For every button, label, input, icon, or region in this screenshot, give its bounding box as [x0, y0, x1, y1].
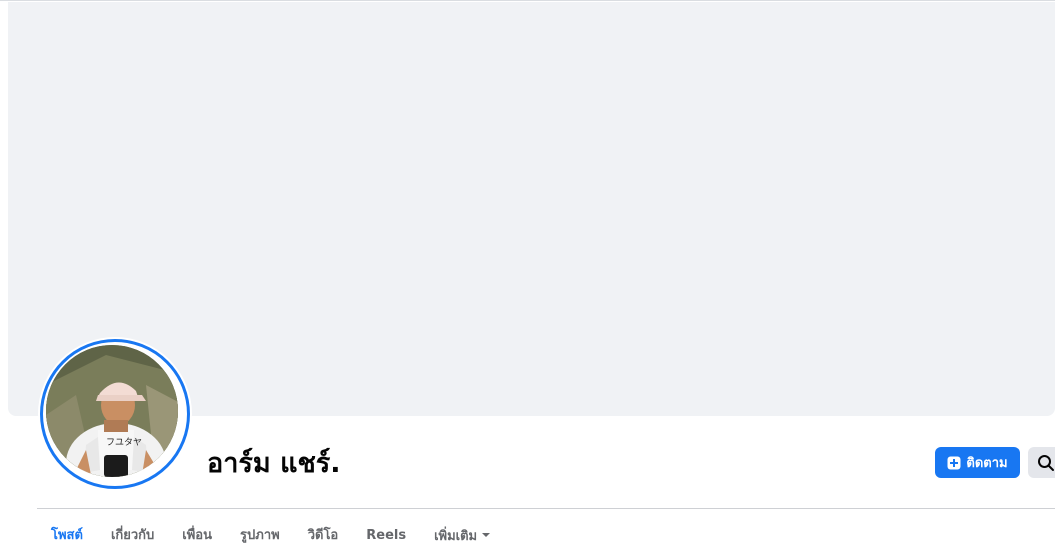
tab-posts[interactable]: โพสต์ — [37, 522, 97, 552]
profile-picture[interactable]: フユタヤ — [38, 337, 192, 491]
search-button[interactable] — [1028, 447, 1055, 478]
follow-label: ติดตาม — [966, 456, 1008, 471]
profile-name: อาร์ม แชร์. — [207, 448, 341, 479]
tab-about[interactable]: เกี่ยวกับ — [97, 522, 168, 552]
plus-square-icon — [947, 456, 961, 470]
avatar: フユタヤ — [46, 345, 178, 477]
cover-photo[interactable] — [8, 2, 1055, 416]
tab-videos[interactable]: วิดีโอ — [294, 522, 353, 552]
header-divider — [37, 508, 1055, 509]
svg-text:フユタヤ: フユタヤ — [106, 437, 142, 448]
top-border — [0, 0, 1055, 1]
tab-more-label: เพิ่มเติม — [434, 529, 478, 544]
tab-more[interactable]: เพิ่มเติม — [420, 522, 505, 552]
caret-down-icon — [481, 527, 491, 547]
tab-reels[interactable]: Reels — [352, 522, 420, 552]
profile-tabs: โพสต์ เกี่ยวกับ เพื่อน รูปภาพ วิดีโอ Ree… — [37, 522, 505, 552]
search-icon — [1038, 455, 1054, 471]
tab-photos[interactable]: รูปภาพ — [226, 522, 294, 552]
follow-button[interactable]: ติดตาม — [935, 447, 1020, 478]
tab-friends[interactable]: เพื่อน — [168, 522, 226, 552]
